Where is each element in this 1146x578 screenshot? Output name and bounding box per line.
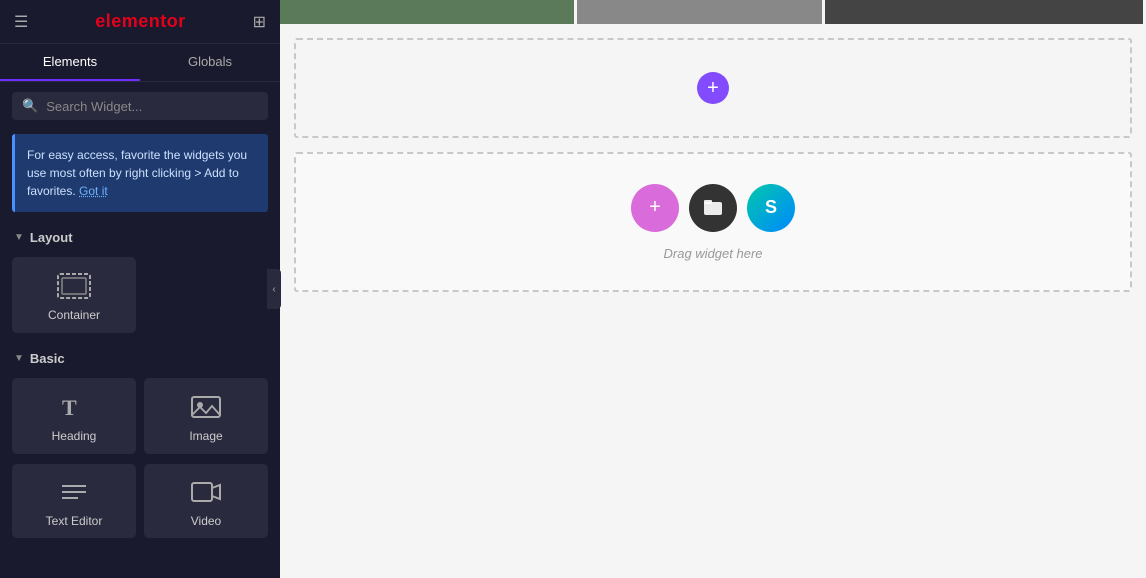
widget-card-video[interactable]: Video	[144, 464, 268, 538]
image-icon	[190, 393, 222, 421]
container-label: Container	[48, 308, 100, 322]
search-area: 🔍	[0, 82, 280, 130]
hamburger-icon[interactable]: ☰	[14, 12, 28, 32]
basic-widget-grid: T Heading Image	[0, 374, 280, 464]
left-panel-wrapper: ☰ elementor ⊞ Elements Globals 🔍 For eas…	[0, 0, 280, 578]
empty-canvas-section[interactable]: +	[294, 38, 1132, 138]
video-icon	[190, 478, 222, 506]
app-logo: elementor	[95, 11, 186, 32]
canvas-inner: + + S	[280, 24, 1146, 578]
canvas-area: + + S	[280, 0, 1146, 578]
left-panel: ☰ elementor ⊞ Elements Globals 🔍 For eas…	[0, 0, 280, 578]
image-label: Image	[189, 429, 222, 443]
widget-card-container[interactable]: Container	[12, 257, 136, 333]
heading-label: Heading	[52, 429, 97, 443]
chevron-basic-icon: ▼	[14, 353, 24, 364]
widget-card-heading[interactable]: T Heading	[12, 378, 136, 454]
widget-card-text-editor[interactable]: Text Editor	[12, 464, 136, 538]
drag-elementor-icon[interactable]: S	[747, 184, 795, 232]
canvas-photos-row	[280, 0, 1146, 24]
add-section-button[interactable]: +	[697, 72, 729, 104]
search-box: 🔍	[12, 92, 268, 120]
drag-folder-symbol	[702, 197, 724, 219]
widget-card-image[interactable]: Image	[144, 378, 268, 454]
info-box: For easy access, favorite the widgets yo…	[12, 134, 268, 212]
canvas-photo-3	[825, 0, 1146, 24]
container-icon	[56, 272, 92, 300]
video-label: Video	[191, 514, 221, 528]
text-editor-label: Text Editor	[46, 514, 103, 528]
tab-globals[interactable]: Globals	[140, 44, 280, 81]
drag-folder-icon[interactable]	[689, 184, 737, 232]
canvas-photo-2	[577, 0, 825, 24]
plus-icon: +	[707, 77, 719, 100]
info-box-text: For easy access, favorite the widgets yo…	[27, 148, 247, 198]
drag-add-symbol: +	[649, 196, 661, 219]
drag-widget-text: Drag widget here	[664, 246, 763, 261]
drag-icons-row: + S	[631, 184, 795, 232]
canvas-photo-1	[280, 0, 577, 24]
basic-widget-grid-bottom: Text Editor Video	[0, 464, 280, 548]
layout-widget-grid: Container	[0, 253, 280, 343]
search-icon: 🔍	[22, 98, 38, 114]
collapse-handle[interactable]: ‹	[267, 269, 281, 309]
got-it-link[interactable]: Got it	[79, 184, 108, 198]
search-input[interactable]	[46, 99, 258, 114]
section-header-layout[interactable]: ▼ Layout	[0, 222, 280, 253]
section-basic-label: Basic	[30, 351, 65, 366]
section-header-basic[interactable]: ▼ Basic	[0, 343, 280, 374]
drag-widget-section[interactable]: + S Drag widget here	[294, 152, 1132, 292]
section-layout-label: Layout	[30, 230, 73, 245]
svg-text:T: T	[62, 395, 77, 420]
heading-icon: T	[58, 393, 90, 421]
text-editor-icon	[58, 478, 90, 506]
panel-tabs: Elements Globals	[0, 44, 280, 82]
top-bar: ☰ elementor ⊞	[0, 0, 280, 44]
grid-icon[interactable]: ⊞	[253, 12, 266, 32]
drag-add-icon[interactable]: +	[631, 184, 679, 232]
tab-elements[interactable]: Elements	[0, 44, 140, 81]
drag-elementor-symbol: S	[765, 197, 777, 218]
chevron-layout-icon: ▼	[14, 232, 24, 243]
